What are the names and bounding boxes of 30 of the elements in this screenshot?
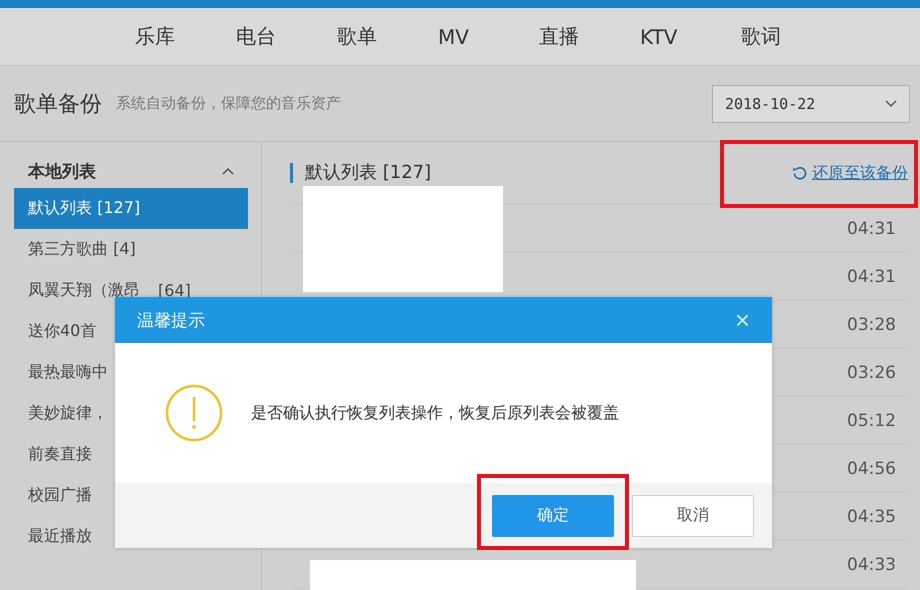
playlist-item[interactable]: 第三方歌曲 [4] — [14, 229, 248, 270]
dialog-message: 是否确认执行恢复列表操作，恢复后原列表会被覆盖 — [251, 402, 619, 424]
nav-tab[interactable]: KTV — [640, 24, 741, 48]
playlist-item[interactable]: 默认列表 [127] — [14, 188, 248, 229]
page-title: 歌单备份 — [14, 90, 102, 118]
warning-icon — [165, 384, 223, 442]
nav-tab[interactable]: 乐库 — [135, 23, 236, 50]
chevron-up-icon[interactable] — [222, 167, 234, 175]
song-duration: 04:31 — [847, 218, 896, 238]
nav-tab[interactable]: 歌单 — [337, 23, 438, 50]
dialog-title: 温馨提示 — [137, 310, 205, 332]
song-duration: 03:26 — [847, 362, 896, 382]
list-title: 默认列表 [127] — [290, 163, 432, 183]
song-duration: 03:28 — [847, 314, 896, 334]
song-duration: 04:35 — [847, 506, 896, 526]
cancel-button[interactable]: 取消 — [632, 494, 754, 536]
nav-tab[interactable]: 直播 — [539, 23, 640, 50]
date-dropdown[interactable]: 2018-10-22 — [712, 84, 910, 122]
nav-tab[interactable]: MV — [438, 24, 539, 48]
nav-tab[interactable]: 电台 — [236, 23, 337, 50]
playlist-name: 凤翼天翔（激昂 — [28, 280, 140, 301]
page-subtitle: 系统自动备份，保障您的音乐资产 — [116, 94, 342, 113]
sidebar-heading: 本地列表 — [28, 160, 96, 182]
nav-tab[interactable]: 歌词 — [741, 23, 842, 50]
restore-icon — [792, 165, 808, 181]
song-duration: 04:31 — [847, 266, 896, 286]
chevron-down-icon — [885, 100, 897, 108]
song-duration: 05:12 — [847, 410, 896, 430]
song-duration: 04:33 — [847, 554, 896, 574]
song-duration: 04:56 — [847, 458, 896, 478]
